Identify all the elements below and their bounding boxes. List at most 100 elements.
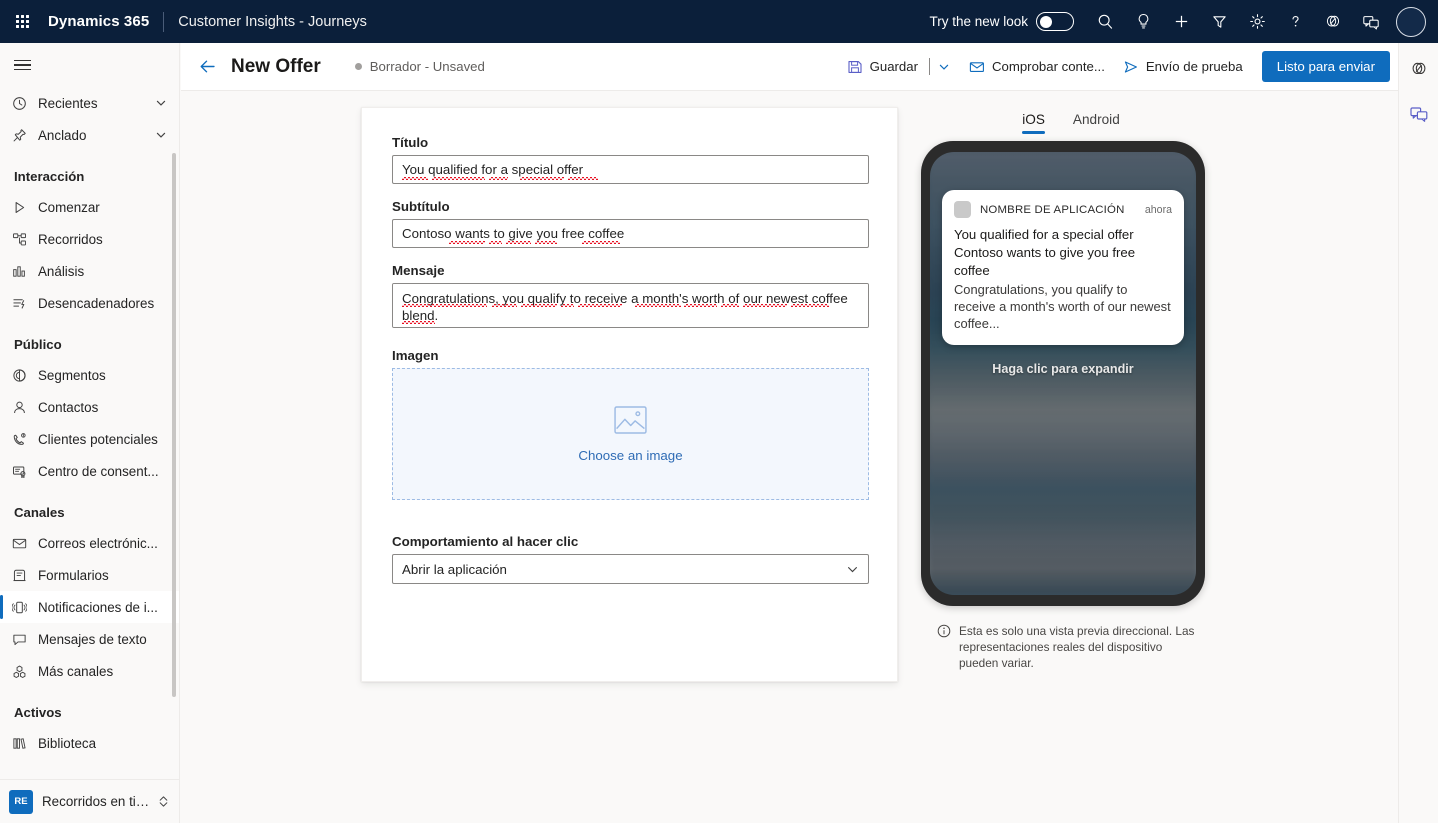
brand-title[interactable]: Dynamics 365 [48,13,149,30]
arrow-left-icon[interactable] [190,50,224,84]
sidebar-item-contactos[interactable]: Contactos [0,391,179,423]
sidebar-item-label: Centro de consent... [38,463,159,479]
disclaimer-text: Esta es solo una vista previa direcciona… [959,624,1195,670]
sidebar-item-correos[interactable]: Correos electrónic... [0,527,179,559]
page-title: New Offer [231,55,321,77]
save-icon [847,59,863,75]
sidebar-scrollbar[interactable] [172,153,176,697]
notification-body: Congratulations, you qualify to receive … [954,282,1171,331]
click-behavior-select[interactable]: Abrir la aplicación [392,554,869,584]
search-icon[interactable] [1086,0,1124,43]
mensaje-textarea[interactable]: Congratulations, you qualify to receive … [392,283,869,328]
sidebar-item-comenzar[interactable]: Comenzar [0,191,179,223]
sidebar-item-label: Formularios [38,567,109,583]
area-switcher[interactable]: RE Recorridos en tie... [0,779,179,823]
tab-ios[interactable]: iOS [1022,112,1045,134]
notification-time: ahora [1144,203,1172,216]
sidebar-item-label: Contactos [38,399,99,415]
check-content-label: Comprobar conte... [992,59,1105,74]
command-bar-actions: Guardar Comprobar conte... Envío de prue… [838,43,1398,91]
feedback-icon[interactable] [1352,0,1390,43]
comportamiento-clic-label: Comportamiento al hacer clic [392,534,579,549]
image-dropzone[interactable]: Choose an image [392,368,869,500]
question-icon[interactable] [1276,0,1314,43]
click-behavior-value: Abrir la aplicación [402,561,507,577]
plus-icon[interactable] [1162,0,1200,43]
tab-android[interactable]: Android [1073,112,1120,134]
notification-preview-card: NOMBRE DE APLICACIÓN ahora You qualified… [942,190,1184,345]
subtitulo-input[interactable] [392,219,869,248]
preview-disclaimer: Esta es solo una vista previa direcciona… [937,623,1199,671]
status-text: Borrador - Unsaved [369,59,485,74]
sidebar-item-recorridos[interactable]: Recorridos [0,223,179,255]
preview-platform-tabs: iOS Android [921,112,1221,134]
try-new-look-label: Try the new look [929,14,1028,29]
sidebar-item-formularios[interactable]: Formularios [0,559,179,591]
command-bar: New Offer Borrador - Unsaved Guardar Com… [181,43,1398,91]
main-canvas: Título Subtítulo Mensaje [181,91,1398,823]
sidebar-item-label: Más canales [38,663,114,679]
hamburger-icon[interactable] [0,43,44,87]
app-launcher-grid-icon[interactable] [0,0,44,43]
form-icon [12,568,38,583]
app-name-label[interactable]: Customer Insights - Journeys [178,14,367,30]
sidebar-item-mas-canales[interactable]: Más canales [0,655,179,687]
chevron-down-icon[interactable] [155,129,167,141]
sidebar-item-label: Anclado [38,127,87,143]
chevron-down-icon[interactable] [932,61,956,73]
save-divider [929,58,930,75]
copilot-icon[interactable] [1314,0,1352,43]
save-button[interactable]: Guardar [838,51,927,83]
sidebar-item-notificaciones[interactable]: Notificaciones de i... [0,591,179,623]
sidebar-item-desencadenadores[interactable]: Desencadenadores [0,287,179,319]
chevron-down-icon[interactable] [846,563,859,576]
save-split-button[interactable]: Guardar [838,51,960,83]
titulo-input[interactable] [392,155,869,184]
sidebar-item-anclado[interactable]: Anclado [0,119,179,151]
sidebar-item-clientes-potenciales[interactable]: Clientes potenciales [0,423,179,455]
ready-to-send-button[interactable]: Listo para enviar [1261,51,1390,82]
avatar[interactable] [1390,0,1432,43]
filter-icon[interactable] [1200,0,1238,43]
analytics-icon [12,264,38,279]
chevron-down-icon[interactable] [155,97,167,109]
consent-icon [12,464,38,479]
copilot-icon[interactable] [1403,53,1435,85]
phone-screen: NOMBRE DE APLICACIÓN ahora You qualified… [930,152,1196,595]
area-badge: RE [9,789,33,814]
person-icon [12,400,38,415]
library-icon [12,736,38,751]
titulo-label: Título [392,135,429,150]
sidebar-item-biblioteca[interactable]: Biblioteca [0,727,179,759]
feedback-icon[interactable] [1403,98,1435,130]
sidebar-item-mensajes-texto[interactable]: Mensajes de texto [0,623,179,655]
sidebar-item-label: Recientes [38,95,98,111]
mensaje-label: Mensaje [392,263,445,278]
notification-app-name: NOMBRE DE APLICACIÓN [980,203,1125,216]
area-switcher-label: Recorridos en tie... [42,794,150,809]
test-send-button[interactable]: Envío de prueba [1114,51,1252,83]
sidebar-item-recientes[interactable]: Recientes [0,87,179,119]
status-dot-icon [354,63,362,70]
sidebar-item-segmentos[interactable]: Segmentos [0,359,179,391]
chevron-updown-icon[interactable] [157,795,170,808]
sidebar-group-publico: Público [14,336,62,352]
trigger-icon [12,296,38,311]
play-icon [12,200,38,215]
check-content-button[interactable]: Comprobar conte... [960,51,1114,83]
field-mensaje: Mensaje Congratulations, you qualify to … [392,263,869,333]
try-new-look-toggle[interactable] [1036,12,1074,31]
sidebar-item-label: Segmentos [38,367,106,383]
sidebar-item-label: Comenzar [38,199,100,215]
sidebar-item-centro-consentimiento[interactable]: Centro de consent... [0,455,179,487]
lightbulb-icon[interactable] [1124,0,1162,43]
notification-subtitle: Contoso wants to give you free coffee [954,245,1136,278]
subtitulo-label: Subtítulo [392,199,450,214]
sidebar-item-label: Análisis [38,263,85,279]
sidebar-item-analisis[interactable]: Análisis [0,255,179,287]
field-imagen: Imagen Choose an image [392,348,869,500]
mail-check-icon [969,59,985,75]
gear-icon[interactable] [1238,0,1276,43]
imagen-label: Imagen [392,348,439,363]
journeys-icon [12,232,38,247]
